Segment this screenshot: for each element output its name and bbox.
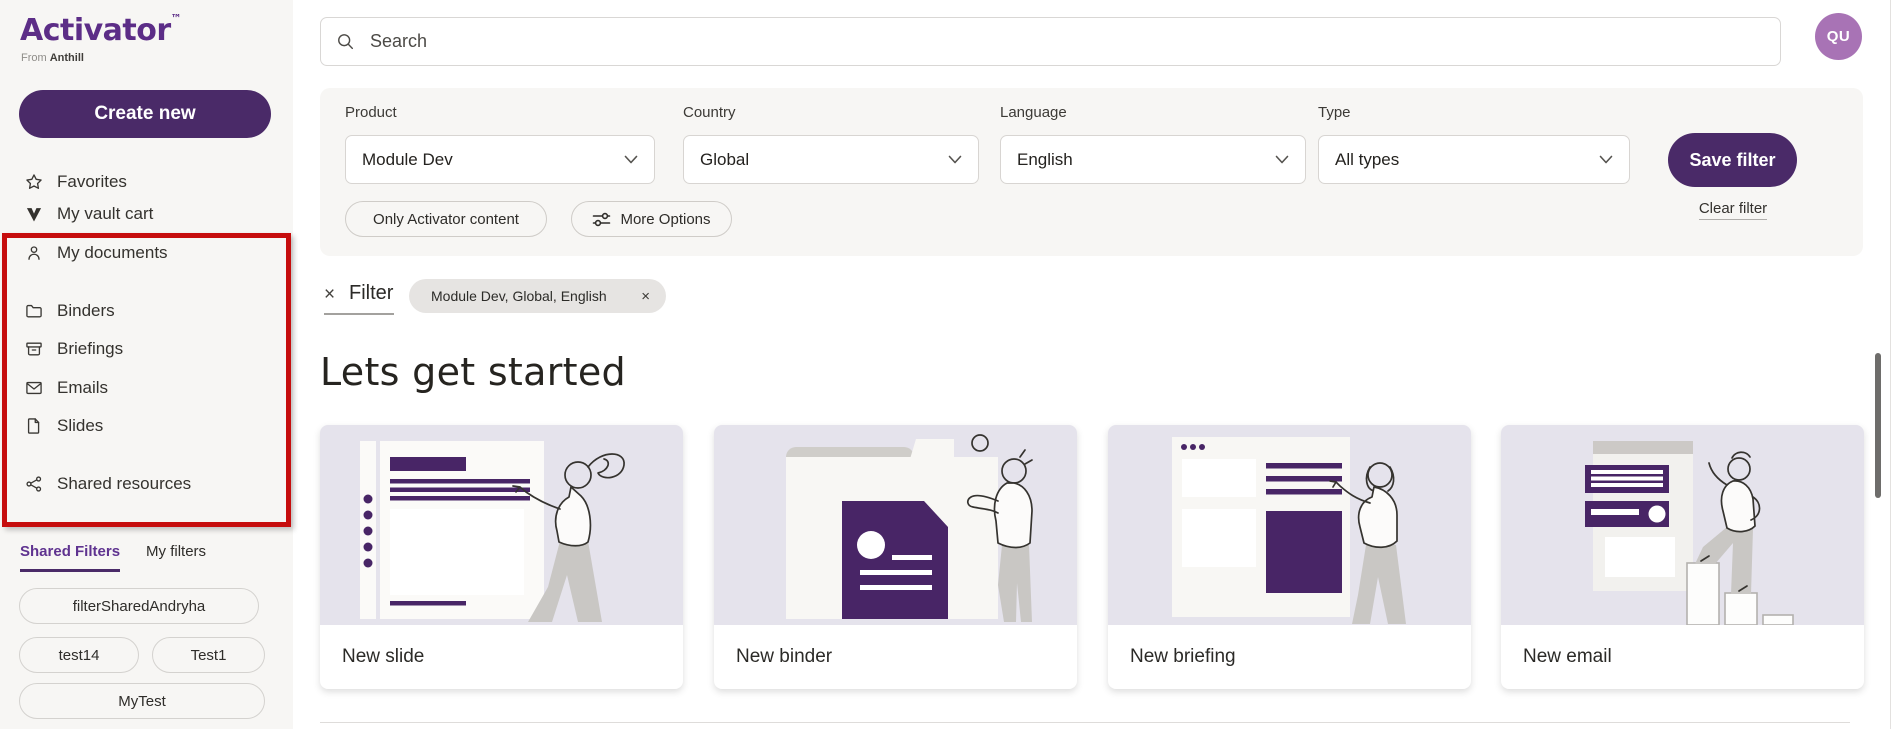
language-select[interactable]: English — [1000, 135, 1306, 184]
country-select[interactable]: Global — [683, 135, 979, 184]
type-value: All types — [1335, 150, 1399, 170]
applied-filter-chip[interactable]: Module Dev, Global, English × — [409, 279, 666, 313]
trademark-symbol: ™ — [171, 12, 182, 25]
product-select[interactable]: Module Dev — [345, 135, 655, 184]
product-value: Module Dev — [362, 150, 453, 170]
folder-icon — [24, 301, 44, 321]
card-label: New binder — [714, 625, 1077, 689]
sidebar: Activator™ From Anthill Create new Favor… — [0, 0, 293, 729]
filter-panel: Product Country Language Type Module Dev… — [320, 88, 1863, 256]
new-briefing-card[interactable]: New briefing — [1108, 425, 1471, 689]
product-label: Product — [345, 104, 397, 121]
sliders-icon — [592, 211, 611, 228]
scrollbar-track — [1890, 0, 1891, 729]
type-label: Type — [1318, 104, 1351, 121]
briefing-box-icon — [24, 339, 44, 359]
saved-filter-chip[interactable]: test14 — [19, 637, 139, 673]
sidebar-item-label: Favorites — [57, 172, 127, 192]
person-icon — [24, 243, 44, 263]
share-icon — [24, 474, 44, 494]
saved-filter-chip[interactable]: filterSharedAndryha — [19, 588, 259, 624]
language-value: English — [1017, 150, 1073, 170]
saved-filter-chip[interactable]: MyTest — [19, 683, 265, 719]
search-icon — [335, 31, 356, 52]
country-value: Global — [700, 150, 749, 170]
file-icon — [24, 416, 44, 436]
remove-all-filters-icon[interactable]: × — [324, 284, 335, 306]
sidebar-item-label: Briefings — [57, 339, 123, 359]
email-illustration — [1501, 425, 1864, 625]
applied-filter-title: Filter — [349, 282, 393, 305]
clear-filter-label: Clear filter — [1699, 200, 1767, 220]
slide-illustration — [320, 425, 683, 625]
sidebar-item-my-documents[interactable]: My documents — [24, 240, 168, 266]
country-label: Country — [683, 104, 736, 121]
card-label: New slide — [320, 625, 683, 689]
sidebar-item-favorites[interactable]: Favorites — [24, 169, 127, 195]
search-bar[interactable] — [320, 17, 1781, 66]
chevron-down-icon — [948, 155, 962, 164]
sidebar-item-label: My documents — [57, 243, 168, 263]
tab-my-filters[interactable]: My filters — [146, 543, 206, 572]
new-slide-card[interactable]: New slide — [320, 425, 683, 689]
tab-shared-filters[interactable]: Shared Filters — [20, 543, 120, 572]
tagline-brand: Anthill — [50, 52, 84, 64]
applied-filter-underline — [324, 313, 394, 315]
user-avatar[interactable]: QU — [1815, 13, 1862, 60]
app-logo-text: Activator — [20, 13, 171, 48]
sidebar-item-binders[interactable]: Binders — [24, 298, 115, 324]
only-activator-label: Only Activator content — [373, 211, 519, 228]
card-label: New email — [1501, 625, 1864, 689]
vault-icon — [24, 204, 44, 224]
sidebar-item-label: Slides — [57, 416, 103, 436]
sidebar-item-label: Emails — [57, 378, 108, 398]
search-input[interactable] — [368, 30, 1766, 53]
logo-tagline: From Anthill — [21, 52, 84, 64]
applied-filter-chip-label: Module Dev, Global, English — [431, 288, 607, 304]
save-filter-button[interactable]: Save filter — [1668, 133, 1797, 187]
sidebar-item-my-vault-cart[interactable]: My vault cart — [24, 201, 153, 227]
tagline-prefix: From — [21, 52, 47, 64]
language-label: Language — [1000, 104, 1067, 121]
activator-app: { "brand": {"name": "Activator", "tradem… — [0, 0, 1895, 729]
scrollbar-thumb[interactable] — [1875, 353, 1881, 498]
clear-filter-link[interactable]: Clear filter — [1674, 200, 1792, 217]
chevron-down-icon — [1275, 155, 1289, 164]
close-icon[interactable]: × — [641, 288, 650, 305]
only-activator-content-toggle[interactable]: Only Activator content — [345, 201, 547, 237]
sidebar-item-slides[interactable]: Slides — [24, 413, 103, 439]
sidebar-item-shared-resources[interactable]: Shared resources — [24, 471, 191, 497]
more-options-button[interactable]: More Options — [571, 201, 732, 237]
chevron-down-icon — [1599, 155, 1613, 164]
section-divider — [320, 722, 1850, 723]
type-select[interactable]: All types — [1318, 135, 1630, 184]
page-title: Lets get started — [320, 350, 626, 394]
create-new-button[interactable]: Create new — [19, 90, 271, 138]
sidebar-item-label: Shared resources — [57, 474, 191, 494]
sidebar-item-briefings[interactable]: Briefings — [24, 336, 123, 362]
app-logo: Activator™ — [20, 12, 181, 48]
new-email-card[interactable]: New email — [1501, 425, 1864, 689]
binder-illustration — [714, 425, 1077, 625]
saved-filter-chip[interactable]: Test1 — [152, 637, 265, 673]
star-icon — [24, 172, 44, 192]
briefing-illustration — [1108, 425, 1471, 625]
saved-filter-tabs: Shared Filters My filters — [20, 543, 206, 572]
new-binder-card[interactable]: New binder — [714, 425, 1077, 689]
chevron-down-icon — [624, 155, 638, 164]
sidebar-item-label: My vault cart — [57, 204, 153, 224]
envelope-icon — [24, 378, 44, 398]
card-label: New briefing — [1108, 625, 1471, 689]
sidebar-item-label: Binders — [57, 301, 115, 321]
more-options-label: More Options — [620, 211, 710, 228]
sidebar-item-emails[interactable]: Emails — [24, 375, 108, 401]
